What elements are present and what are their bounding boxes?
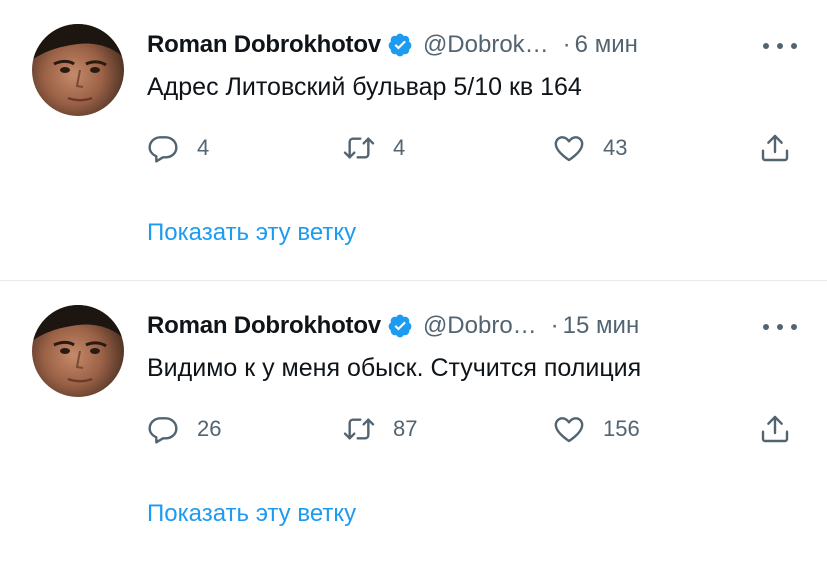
tweet-timestamp[interactable]: 6 мин <box>575 31 638 59</box>
tweet[interactable]: Roman Dobrokhotov @Dobrok… · 6 мин Адрес… <box>0 0 827 280</box>
author-name[interactable]: Roman Dobrokhotov <box>147 312 381 340</box>
heart-icon <box>553 413 585 445</box>
reply-button[interactable]: 4 <box>147 128 209 168</box>
heart-icon <box>553 132 585 164</box>
reply-icon <box>147 413 179 445</box>
like-button[interactable]: 43 <box>553 128 627 168</box>
more-options-icon[interactable] <box>763 36 797 56</box>
verified-badge-icon <box>387 313 413 339</box>
separator-dot: · <box>562 31 571 58</box>
retweet-count: 4 <box>393 135 406 160</box>
tweet-feed: Roman Dobrokhotov @Dobrok… · 6 мин Адрес… <box>0 0 827 562</box>
tweet-actions: 26 87 156 <box>147 409 797 449</box>
share-icon <box>759 132 791 164</box>
show-thread-link[interactable]: Показать эту ветку <box>147 500 356 528</box>
like-count: 156 <box>603 416 640 441</box>
author-handle[interactable]: @Dobro… <box>423 312 537 340</box>
show-thread-link[interactable]: Показать эту ветку <box>147 219 356 247</box>
separator-dot: · <box>550 312 559 339</box>
tweet[interactable]: Roman Dobrokhotov @Dobro… · 15 мин Видим… <box>0 281 827 561</box>
reply-count: 4 <box>197 135 210 160</box>
author-name[interactable]: Roman Dobrokhotov <box>147 31 381 59</box>
retweet-icon <box>343 413 375 445</box>
tweet-header: Roman Dobrokhotov @Dobrok… · 6 мин <box>147 28 638 62</box>
like-count: 43 <box>603 135 628 160</box>
verified-badge-icon <box>387 32 413 58</box>
avatar[interactable] <box>32 24 124 116</box>
reply-count: 26 <box>197 416 222 441</box>
retweet-icon <box>343 132 375 164</box>
avatar[interactable] <box>32 305 124 397</box>
author-handle[interactable]: @Dobrok… <box>423 31 549 59</box>
tweet-actions: 4 4 43 <box>147 128 797 168</box>
retweet-button[interactable]: 87 <box>343 409 417 449</box>
tweet-header: Roman Dobrokhotov @Dobro… · 15 мин <box>147 309 639 343</box>
retweet-count: 87 <box>393 416 418 441</box>
share-button[interactable] <box>759 409 791 449</box>
share-icon <box>759 413 791 445</box>
tweet-text: Видимо к у меня обыск. Стучится полиция <box>147 354 642 382</box>
more-options-icon[interactable] <box>763 317 797 337</box>
tweet-text: Адрес Литовский бульвар 5/10 кв 164 <box>147 73 582 101</box>
retweet-button[interactable]: 4 <box>343 128 405 168</box>
tweet-timestamp[interactable]: 15 мин <box>563 312 640 340</box>
share-button[interactable] <box>759 128 791 168</box>
reply-icon <box>147 132 179 164</box>
like-button[interactable]: 156 <box>553 409 640 449</box>
reply-button[interactable]: 26 <box>147 409 221 449</box>
